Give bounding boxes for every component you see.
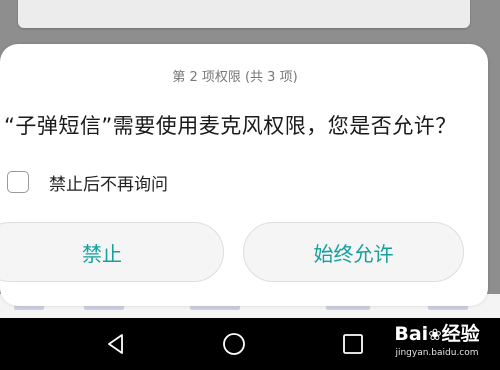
dont-ask-again-label: 禁止后不再询问 bbox=[49, 174, 168, 195]
deny-button[interactable]: 禁止 bbox=[0, 222, 224, 282]
watermark-brand-a: Bai bbox=[394, 323, 429, 345]
dont-ask-again-checkbox[interactable] bbox=[7, 171, 29, 193]
recent-apps-square-icon[interactable] bbox=[341, 332, 365, 356]
baidu-jingyan-watermark: Bai❀经验 jingyan.baidu.com bbox=[382, 322, 492, 366]
permission-step-indicator: 第 2 项权限 (共 3 项) bbox=[172, 70, 298, 85]
always-allow-button[interactable]: 始终允许 bbox=[243, 222, 464, 282]
watermark-url: jingyan.baidu.com bbox=[395, 348, 479, 358]
paw-icon: ❀ bbox=[428, 325, 442, 344]
home-circle-icon[interactable] bbox=[222, 332, 246, 356]
dont-ask-again-row[interactable]: 禁止后不再询问 bbox=[7, 168, 168, 196]
permission-dialog: 第 2 项权限 (共 3 项) “子弹短信”需要使用麦克风权限，您是否允许？ 禁… bbox=[0, 44, 488, 306]
back-triangle-icon[interactable] bbox=[104, 332, 128, 356]
background-card bbox=[18, 0, 470, 28]
watermark-logo: Bai❀经验 bbox=[382, 322, 492, 347]
permission-question: “子弹短信”需要使用麦克风权限，您是否允许？ bbox=[4, 114, 457, 138]
watermark-brand-b: 经验 bbox=[441, 323, 480, 345]
